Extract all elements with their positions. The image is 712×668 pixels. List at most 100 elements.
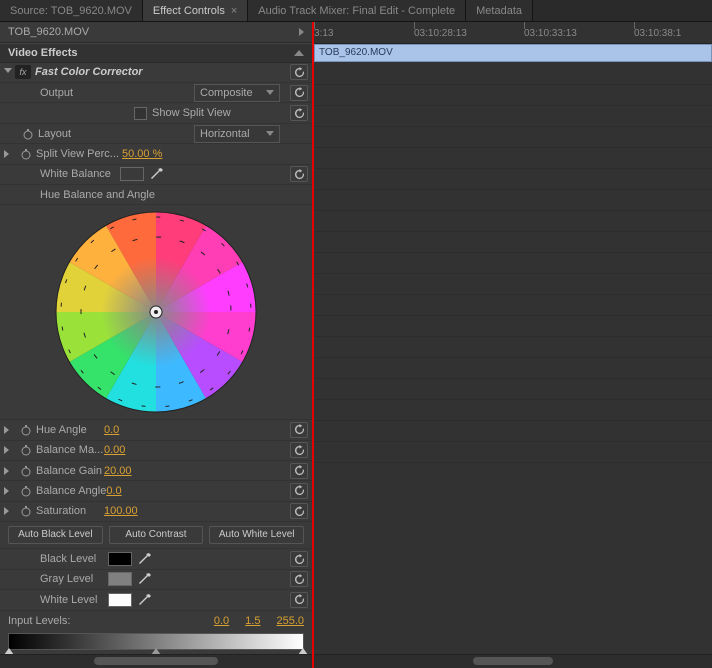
twirl-icon[interactable] — [4, 507, 12, 515]
eyedropper-icon[interactable] — [150, 167, 164, 181]
reset-button[interactable] — [290, 483, 308, 499]
track-row — [314, 169, 712, 190]
saturation-label: Saturation — [36, 505, 104, 517]
saturation-value[interactable]: 100.00 — [104, 505, 138, 517]
twirl-icon[interactable] — [4, 68, 12, 76]
balance-mag-value[interactable]: 0.00 — [104, 444, 125, 456]
balance-gain-label: Balance Gain — [36, 465, 104, 477]
track-row — [314, 337, 712, 358]
flyout-arrow-icon[interactable] — [299, 28, 304, 36]
track-row — [314, 127, 712, 148]
show-split-label: Show Split View — [152, 107, 290, 119]
timeline-tick: 03:10:28:13 — [414, 28, 467, 39]
reset-button[interactable] — [290, 463, 308, 479]
fx-badge-icon[interactable]: fx — [15, 65, 31, 79]
tab-audio-mixer[interactable]: Audio Track Mixer: Final Edit - Complete — [248, 0, 466, 21]
track-row — [314, 358, 712, 379]
track-row — [314, 211, 712, 232]
stopwatch-icon[interactable] — [20, 148, 32, 160]
panel-scrollbar[interactable] — [0, 654, 312, 668]
timeline-tick: 3:13 — [314, 28, 333, 39]
input-levels-label: Input Levels: — [8, 615, 70, 627]
gray-level-swatch[interactable] — [108, 572, 132, 586]
eyedropper-icon[interactable] — [138, 552, 152, 566]
track-row — [314, 379, 712, 400]
reset-button[interactable] — [290, 64, 308, 80]
reset-button[interactable] — [290, 166, 308, 182]
track-row — [314, 421, 712, 442]
balance-gain-value[interactable]: 20.00 — [104, 465, 132, 477]
timeline-tick: 03:10:33:13 — [524, 28, 577, 39]
twirl-icon[interactable] — [4, 426, 12, 434]
black-level-swatch[interactable] — [108, 552, 132, 566]
timeline-scrollbar[interactable] — [314, 654, 712, 668]
effect-name: Fast Color Corrector — [35, 66, 143, 78]
twirl-icon[interactable] — [4, 446, 12, 454]
reset-button[interactable] — [290, 442, 308, 458]
track-row — [314, 106, 712, 127]
reset-button[interactable] — [290, 571, 308, 587]
video-effects-header[interactable]: Video Effects — [0, 43, 312, 62]
layout-dropdown[interactable]: Horizontal — [194, 125, 280, 143]
white-level-swatch[interactable] — [108, 593, 132, 607]
split-pct-label: Split View Perc... — [36, 148, 122, 160]
auto-white-level-button[interactable]: Auto White Level — [209, 526, 304, 544]
collapse-icon[interactable] — [294, 50, 304, 56]
reset-button[interactable] — [290, 551, 308, 567]
track-row — [314, 232, 712, 253]
track-row — [314, 295, 712, 316]
stopwatch-icon[interactable] — [20, 465, 32, 477]
input-levels-mid[interactable]: 1.5 — [245, 615, 260, 627]
balance-angle-value[interactable]: 0.0 — [106, 485, 121, 497]
timeline-clip[interactable]: TOB_9620.MOV — [314, 44, 712, 62]
stopwatch-icon[interactable] — [20, 424, 32, 436]
show-split-view-checkbox[interactable] — [134, 107, 147, 120]
white-balance-label: White Balance — [40, 168, 120, 180]
input-levels-low[interactable]: 0.0 — [214, 615, 229, 627]
output-dropdown[interactable]: Composite — [194, 84, 280, 102]
hue-angle-value[interactable]: 0.0 — [104, 424, 119, 436]
scrollbar-thumb[interactable] — [94, 657, 219, 665]
auto-contrast-button[interactable]: Auto Contrast — [109, 526, 204, 544]
track-row — [314, 85, 712, 106]
reset-button[interactable] — [290, 422, 308, 438]
stopwatch-icon[interactable] — [20, 444, 32, 456]
track-row — [314, 442, 712, 463]
split-pct-value[interactable]: 50.00 % — [122, 148, 162, 160]
chevron-down-icon — [266, 90, 274, 95]
reset-button[interactable] — [290, 85, 308, 101]
input-levels-slider[interactable] — [8, 633, 304, 650]
gray-level-label: Gray Level — [40, 573, 108, 585]
stopwatch-icon[interactable] — [20, 485, 32, 497]
hue-color-wheel[interactable] — [0, 205, 312, 420]
output-label: Output — [40, 87, 108, 99]
auto-black-level-button[interactable]: Auto Black Level — [8, 526, 103, 544]
eyedropper-icon[interactable] — [138, 593, 152, 607]
layout-label: Layout — [38, 128, 106, 140]
black-level-label: Black Level — [40, 553, 108, 565]
input-levels-high[interactable]: 255.0 — [276, 615, 304, 627]
reset-button[interactable] — [290, 592, 308, 608]
eyedropper-icon[interactable] — [138, 572, 152, 586]
twirl-icon[interactable] — [4, 487, 12, 495]
hue-heading: Hue Balance and Angle — [40, 189, 155, 201]
track-row — [314, 316, 712, 337]
hue-angle-label: Hue Angle — [36, 424, 104, 436]
tab-effect-controls[interactable]: Effect Controls× — [143, 0, 248, 21]
scrollbar-thumb[interactable] — [473, 657, 553, 665]
reset-button[interactable] — [290, 105, 308, 121]
white-balance-swatch[interactable] — [120, 167, 144, 181]
panel-tab-bar: Source: TOB_9620.MOV Effect Controls× Au… — [0, 0, 712, 22]
reset-button[interactable] — [290, 503, 308, 519]
stopwatch-icon[interactable] — [20, 505, 32, 517]
timeline-ruler[interactable]: 3:13 03:10:28:13 03:10:33:13 03:10:38:1 — [314, 22, 712, 44]
twirl-icon[interactable] — [4, 150, 12, 158]
close-icon[interactable]: × — [231, 5, 237, 17]
twirl-icon[interactable] — [4, 467, 12, 475]
timeline-panel: 3:13 03:10:28:13 03:10:33:13 03:10:38:1 … — [312, 22, 712, 668]
tab-source[interactable]: Source: TOB_9620.MOV — [0, 0, 143, 21]
track-row — [314, 253, 712, 274]
track-row — [314, 400, 712, 421]
tab-metadata[interactable]: Metadata — [466, 0, 533, 21]
stopwatch-icon[interactable] — [22, 128, 34, 140]
